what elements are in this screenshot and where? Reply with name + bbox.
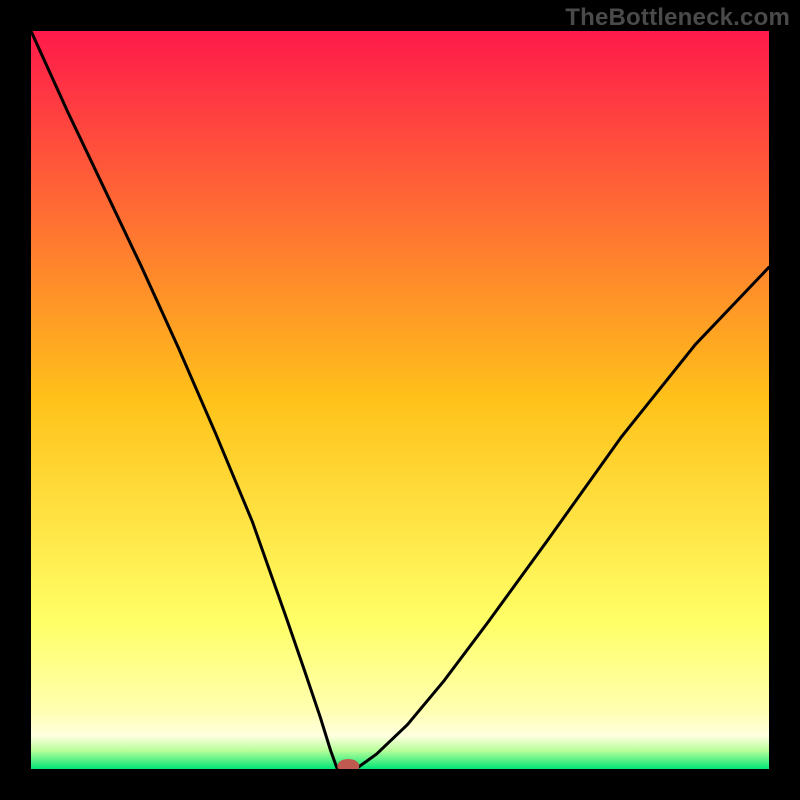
- chart-frame: TheBottleneck.com: [0, 0, 800, 800]
- gradient-rect: [31, 31, 769, 769]
- plot-area: [31, 31, 769, 769]
- watermark-text: TheBottleneck.com: [565, 4, 790, 32]
- chart-svg: [31, 31, 769, 769]
